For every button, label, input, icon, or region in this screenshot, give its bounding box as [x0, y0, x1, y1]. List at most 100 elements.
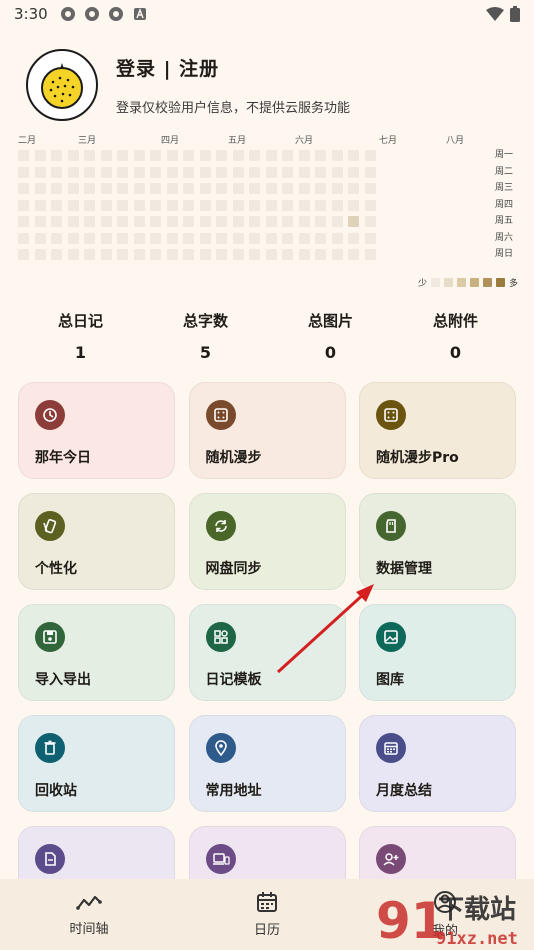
heatmap-cell — [67, 249, 79, 260]
legend-swatch — [456, 278, 466, 287]
heatmap-cell — [249, 216, 260, 227]
heatmap-cell — [100, 216, 112, 227]
stat-label: 总字数 — [182, 312, 228, 330]
feature-card[interactable]: 随机漫步 — [188, 382, 346, 479]
legend-less: 少 — [417, 279, 427, 289]
heatmap-cell — [315, 150, 326, 161]
heatmap-cell — [166, 183, 178, 194]
heatmap-cell — [216, 150, 227, 161]
heatmap-cell — [298, 249, 310, 260]
heatmap-cell — [216, 199, 227, 211]
heatmap-cell — [150, 166, 161, 178]
heatmap-cell — [117, 216, 128, 227]
heatmap-cell — [34, 249, 46, 260]
weekday-label: 周四 — [495, 199, 514, 210]
profile-subtitle: 登录仅校验用户信息，不提供云服务功能 — [116, 101, 351, 116]
stat-label: 总图片 — [307, 312, 353, 330]
heatmap-cell — [282, 166, 293, 178]
heatmap-cell — [34, 232, 46, 244]
month-label: 三月 — [78, 136, 97, 146]
heatmap-cell — [117, 249, 128, 260]
feature-card[interactable]: 那年今日 — [18, 382, 175, 479]
document-icon — [35, 844, 65, 874]
profile-header[interactable]: 登录 | 注册 登录仅校验用户信息，不提供云服务功能 — [26, 45, 514, 125]
feature-card[interactable]: 数据管理 — [359, 493, 516, 590]
heatmap-cell — [282, 150, 293, 161]
heatmap-cell — [199, 183, 211, 194]
heatmap-cell — [315, 199, 326, 211]
heatmap-cell — [265, 232, 277, 244]
month-label: 五月 — [228, 136, 247, 146]
location-icon — [205, 733, 236, 763]
heatmap-cell — [298, 166, 310, 178]
heatmap-cell — [133, 166, 145, 178]
avatar[interactable] — [26, 49, 98, 121]
app-notification-icon — [84, 7, 99, 21]
feature-card[interactable]: 个性化 — [18, 493, 175, 590]
stat-value: 0 — [449, 343, 462, 362]
trash-icon — [35, 733, 65, 763]
heatmap-cell — [364, 232, 376, 244]
nav-profile[interactable]: 我的 — [356, 879, 534, 950]
heatmap-cell — [232, 166, 244, 178]
save-icon — [35, 622, 65, 652]
nav-timeline[interactable]: 时间轴 — [0, 879, 178, 950]
heatmap-cell — [183, 232, 194, 244]
heatmap-cell — [84, 249, 95, 260]
history-icon — [35, 400, 65, 430]
legend-swatch — [443, 278, 453, 287]
heatmap-cell — [282, 232, 293, 244]
heatmap-cell — [150, 150, 161, 161]
heatmap-cell — [67, 183, 79, 194]
stat-value: 5 — [199, 343, 212, 362]
heatmap-weekdays: 周一 周二 周三 周四 周五 周六 周日 — [495, 150, 513, 260]
heatmap-cell — [84, 150, 95, 161]
heatmap-cell — [232, 249, 244, 260]
heatmap-cell — [133, 150, 145, 161]
person-add-icon — [376, 844, 406, 874]
feature-card[interactable]: 网盘同步 — [188, 493, 346, 590]
heatmap-cell — [133, 216, 145, 227]
login-register-link[interactable]: 登录 | 注册 — [116, 54, 350, 81]
durian-avatar-icon — [41, 63, 83, 109]
app-notification-icon — [108, 7, 123, 21]
month-label: 二月 — [18, 136, 37, 146]
heatmap-cell — [298, 183, 310, 194]
feature-card[interactable]: 回收站 — [18, 715, 175, 812]
legend-swatch — [430, 278, 440, 287]
dice-icon — [205, 400, 236, 430]
heatmap-cell — [150, 199, 161, 211]
heatmap-cell — [199, 216, 211, 227]
feature-card[interactable]: 月度总结 — [359, 715, 516, 812]
stat-label: 总日记 — [57, 312, 103, 330]
heatmap-cell — [150, 216, 161, 227]
stat-images: 总图片 0 — [268, 310, 393, 362]
nav-calendar[interactable]: 日历 — [178, 879, 356, 950]
heatmap-cell — [183, 150, 194, 161]
bottom-navigation: 时间轴 日历 我的 — [0, 879, 534, 950]
feature-card-label: 那年今日 — [35, 450, 91, 466]
heatmap-cell — [282, 183, 293, 194]
feature-card[interactable]: 常用地址 — [188, 715, 346, 812]
heatmap-cell — [18, 166, 29, 178]
feature-card[interactable]: 导入导出 — [18, 604, 175, 701]
heatmap-cell — [183, 183, 194, 194]
heatmap-cell — [348, 183, 359, 194]
month-label: 七月 — [379, 136, 398, 146]
stat-value: 0 — [324, 343, 337, 362]
heatmap-cell — [133, 199, 145, 211]
heatmap-cell — [100, 232, 112, 244]
heatmap-cell — [51, 232, 62, 244]
weekday-label: 周六 — [495, 232, 514, 243]
heatmap-cell — [100, 199, 112, 211]
wifi-icon — [486, 7, 504, 21]
heatmap-cell — [100, 166, 112, 178]
legend-swatch — [482, 278, 492, 287]
heatmap-cell — [232, 150, 244, 161]
heatmap-cell — [34, 183, 46, 194]
heatmap-cell — [84, 183, 95, 194]
feature-grid: 那年今日 随机漫步 随机漫步Pro 个性化 网盘同步 数据管理 导入导出 日记模板 图库 回收站常… — [18, 382, 516, 923]
heatmap-cell — [249, 166, 260, 178]
heatmap-cell — [315, 166, 326, 178]
feature-card[interactable]: 随机漫步Pro — [359, 382, 516, 479]
